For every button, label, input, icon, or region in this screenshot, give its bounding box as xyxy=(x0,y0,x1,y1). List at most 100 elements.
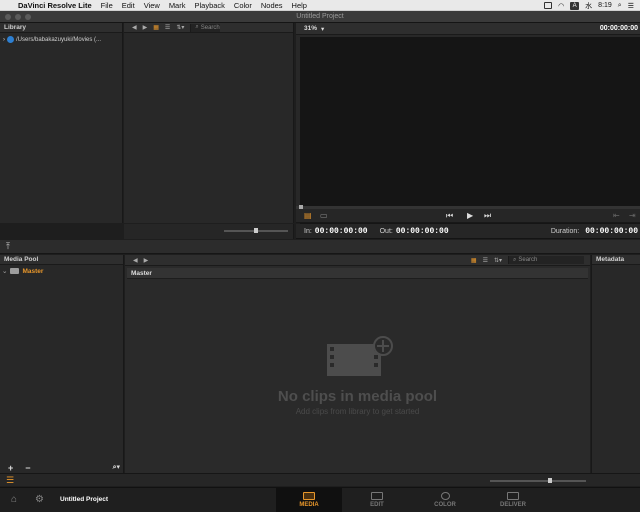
master-bin-label: Master xyxy=(22,267,44,275)
macos-menubar: DaVinci Resolve Lite File Edit View Mark… xyxy=(0,0,640,11)
next-frame-icon[interactable]: ⇥ xyxy=(629,211,636,220)
duration-timecode: 00:00:00:00 xyxy=(585,227,638,236)
list-view-icon[interactable]: ☰ xyxy=(165,24,170,31)
media-pool-toolbar: ◀ ▶ ▦ ☰ ⇅▾ ⌕ Search xyxy=(125,255,590,266)
window-title: Untitled Project xyxy=(296,13,344,20)
deliver-page-icon xyxy=(507,492,519,500)
library-search-input[interactable]: ⌕ Search xyxy=(190,23,220,32)
menu-help[interactable]: Help xyxy=(292,1,307,10)
single-view-icon[interactable]: ▭ xyxy=(320,211,328,220)
skip-forward-icon[interactable]: ⏭ xyxy=(484,211,491,221)
duration-group: Duration: 00:00:00:00 xyxy=(551,227,638,236)
page-color-label: COLOR xyxy=(434,502,456,508)
thumbnail-view-icon[interactable]: ▦ xyxy=(153,24,159,31)
thumbnail-view-icon[interactable]: ▦ xyxy=(471,257,477,264)
transport-controls: ▤ ▭ ⏮ ▶ ⏭ ⇤ ⇥ xyxy=(296,209,640,223)
skip-back-icon[interactable]: ⏮ xyxy=(446,211,453,221)
clip-zoom-knob[interactable] xyxy=(548,478,552,483)
library-zoom-knob[interactable] xyxy=(254,228,258,233)
clock-time[interactable]: 8:19 xyxy=(598,2,612,9)
window-titlebar: Untitled Project xyxy=(0,11,640,23)
library-bottom-bar xyxy=(124,224,294,239)
viewer-zoom[interactable]: 31% xyxy=(304,25,317,32)
media-pool-bottom-bar: ☰ xyxy=(0,473,640,486)
search-icon[interactable]: ⌕ xyxy=(618,2,622,10)
menu-mark[interactable]: Mark xyxy=(169,1,186,10)
home-icon[interactable]: ⌂ xyxy=(11,494,17,505)
import-strip: ⤒ xyxy=(0,240,640,254)
clip-zoom-slider[interactable] xyxy=(490,478,586,483)
menu-view[interactable]: View xyxy=(144,1,160,10)
add-clip-film-icon xyxy=(327,336,393,376)
viewer-header: 31% ▾ 00:00:00:00 xyxy=(296,23,640,35)
search-icon: ⌕ xyxy=(195,24,199,30)
input-source-icon[interactable]: A xyxy=(570,1,580,10)
play-icon[interactable]: ▶ xyxy=(467,211,473,220)
forward-arrow-icon[interactable]: ▶ xyxy=(144,257,149,264)
notification-center-icon[interactable]: ☰ xyxy=(628,2,634,10)
metadata-title: Metadata xyxy=(592,255,640,265)
media-pool-bins-panel: Media Pool ⌄ Master + − ⌕▾ xyxy=(0,255,124,473)
menu-file[interactable]: File xyxy=(101,1,113,10)
gear-icon[interactable]: ⚙ xyxy=(35,494,44,505)
library-tree-panel: Library › /Users/babakazuyuki/Movies (..… xyxy=(0,23,123,223)
wifi-icon[interactable]: ◠ xyxy=(558,2,564,10)
page-media-button[interactable]: MEDIA xyxy=(276,488,342,512)
menu-edit[interactable]: Edit xyxy=(122,1,135,10)
in-out-bar: In: 00:00:00:00 Out: 00:00:00:00 Duratio… xyxy=(296,224,640,239)
library-toolbar: ◀ ▶ ▦ ☰ ⇅▾ ⌕ Search xyxy=(124,23,293,33)
sort-icon[interactable]: ⇅▾ xyxy=(494,257,502,264)
app-menu[interactable]: DaVinci Resolve Lite xyxy=(18,1,92,10)
add-bin-button[interactable]: + xyxy=(8,463,13,473)
menu-nodes[interactable]: Nodes xyxy=(261,1,283,10)
library-browser-panel: ◀ ▶ ▦ ☰ ⇅▾ ⌕ Search xyxy=(124,23,294,223)
page-color-button[interactable]: COLOR xyxy=(412,488,478,512)
airplay-icon[interactable] xyxy=(544,2,553,9)
media-pool-title: Media Pool xyxy=(0,255,123,265)
bin-search-icon[interactable]: ⌕▾ xyxy=(113,463,120,472)
viewer-timecode: 00:00:00:00 xyxy=(599,25,638,32)
sort-icon[interactable]: ⇅▾ xyxy=(176,24,184,31)
media-pool-search-placeholder: Search xyxy=(518,257,538,263)
globe-icon xyxy=(7,36,14,43)
in-label: In: xyxy=(304,227,312,235)
list-view-icon[interactable]: ☰ xyxy=(483,257,488,264)
metadata-panel: Metadata xyxy=(591,255,640,473)
media-pool-search-input[interactable]: ⌕ Search xyxy=(508,256,584,264)
in-timecode[interactable]: 00:00:00:00 xyxy=(315,227,368,236)
menu-playback[interactable]: Playback xyxy=(194,1,224,10)
remove-bin-button[interactable]: − xyxy=(25,463,30,473)
library-location[interactable]: › /Users/babakazuyuki/Movies (... xyxy=(3,36,101,43)
back-arrow-icon[interactable]: ◀ xyxy=(132,24,137,31)
import-icon[interactable]: ⤒ xyxy=(6,241,10,252)
page-deliver-button[interactable]: DELIVER xyxy=(480,488,546,512)
duration-label: Duration: xyxy=(550,228,580,235)
menu-color[interactable]: Color xyxy=(234,1,252,10)
page-media-label: MEDIA xyxy=(299,502,319,508)
viewer-panel: 31% ▾ 00:00:00:00 xyxy=(296,23,640,227)
edit-page-icon xyxy=(371,492,383,500)
viewer-screen[interactable] xyxy=(300,37,640,227)
master-bin-item[interactable]: ⌄ Master xyxy=(2,267,44,276)
out-timecode[interactable]: 00:00:00:00 xyxy=(396,227,449,236)
forward-arrow-icon[interactable]: ▶ xyxy=(143,24,148,31)
empty-state-subtitle: Add clips from library to get started xyxy=(295,407,420,416)
list-toggle-icon[interactable]: ☰ xyxy=(6,475,14,486)
library-zoom-slider[interactable] xyxy=(224,228,288,233)
empty-state-title: No clips in media pool xyxy=(277,388,438,405)
library-search-placeholder: Search xyxy=(200,24,220,31)
chevron-down-icon[interactable]: ⌄ xyxy=(2,267,7,275)
zoom-dropdown-icon[interactable]: ▾ xyxy=(321,25,324,33)
out-label: Out: xyxy=(379,227,393,235)
bins-bottom-bar: + − ⌕▾ xyxy=(0,462,123,473)
library-path-label: /Users/babakazuyuki/Movies (... xyxy=(16,36,102,43)
expand-arrow-icon[interactable]: › xyxy=(3,37,5,43)
page-navigation-bar: ⌂ ⚙ Untitled Project MEDIA EDIT COLOR DE… xyxy=(0,487,640,512)
media-pool-clips-panel: ◀ ▶ ▦ ☰ ⇅▾ ⌕ Search Master No clips in m… xyxy=(125,255,590,473)
filmstrip-view-icon[interactable]: ▤ xyxy=(304,211,312,220)
back-arrow-icon[interactable]: ◀ xyxy=(133,257,138,264)
prev-frame-icon[interactable]: ⇤ xyxy=(613,211,620,220)
page-edit-button[interactable]: EDIT xyxy=(344,488,410,512)
project-name: Untitled Project xyxy=(60,496,109,503)
page-deliver-label: DELIVER xyxy=(499,502,526,508)
